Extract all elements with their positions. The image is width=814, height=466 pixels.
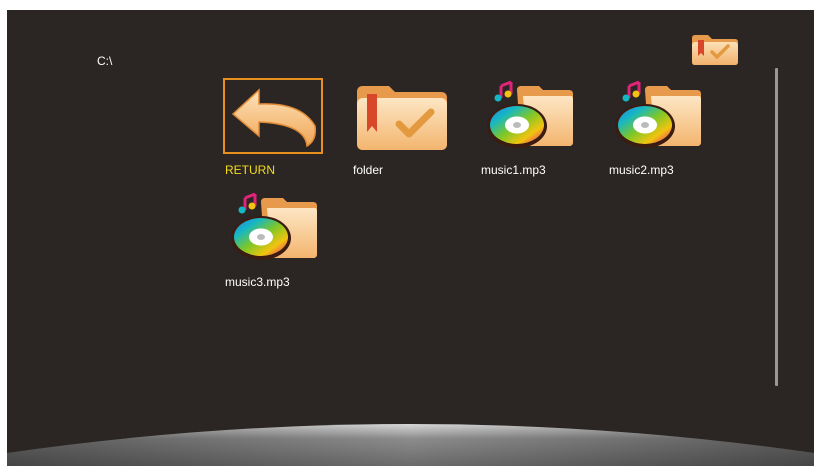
grid-item-music2[interactable]: music2.mp3 [607, 78, 717, 188]
item-label: RETURN [225, 163, 275, 177]
item-label: folder [353, 163, 384, 177]
item-label: music3.mp3 [225, 275, 290, 289]
grid-item-return[interactable]: RETURN [223, 78, 333, 188]
grid-item-music3[interactable]: music3.mp3 [223, 190, 333, 300]
scrollbar[interactable] [775, 68, 778, 386]
return-arrow-icon [231, 88, 317, 148]
music-file-icon [615, 80, 701, 148]
music-file-icon [231, 192, 317, 260]
grid-item-music1[interactable]: music1.mp3 [479, 78, 589, 188]
item-label: music1.mp3 [481, 163, 546, 177]
grid-item-folder[interactable]: folder [351, 78, 461, 188]
folder-icon [357, 86, 447, 150]
folder-icon [692, 35, 738, 65]
current-path: C:\ [97, 54, 113, 68]
floor-decoration [7, 424, 814, 466]
item-label: music2.mp3 [609, 163, 674, 177]
file-browser-screen: C:\ RETURN folder music1.mp3 music2.mp3 … [7, 10, 814, 466]
music-file-icon [487, 80, 573, 148]
